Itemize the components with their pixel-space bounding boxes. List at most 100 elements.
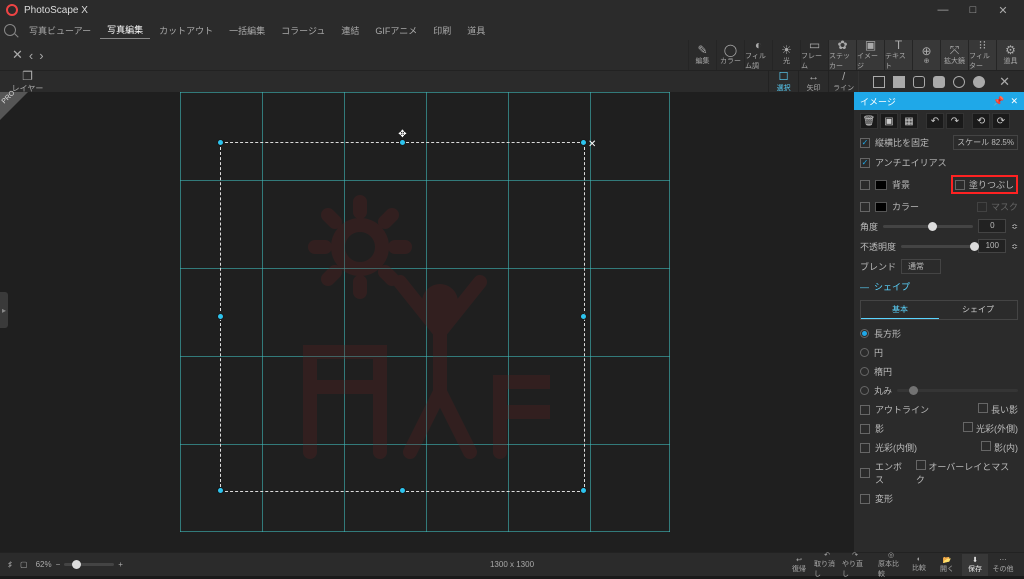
shape-roundrect-outline-icon[interactable] xyxy=(913,76,925,88)
tool-9[interactable]: ⤧拡大鏡 xyxy=(940,40,968,70)
menu-print[interactable]: 印刷 xyxy=(426,22,458,39)
dup1-icon[interactable]: ▣ xyxy=(880,113,898,129)
search-icon[interactable] xyxy=(4,24,16,36)
color-checkbox[interactable] xyxy=(860,202,870,212)
canvas-area[interactable]: PRO ▸ xyxy=(0,92,854,552)
aspect-checkbox[interactable] xyxy=(860,138,870,148)
tab-shape[interactable]: シェイプ xyxy=(939,301,1017,319)
outline-cb[interactable] xyxy=(860,405,870,415)
back-icon[interactable]: ‹ xyxy=(29,48,33,63)
canvas[interactable]: ✥ ✕ xyxy=(180,92,670,532)
angle-slider[interactable] xyxy=(883,225,973,228)
rotr-icon[interactable]: ⟳ xyxy=(992,113,1010,129)
panel-close-icon[interactable]: ✕ xyxy=(1010,96,1018,107)
selection-close-icon[interactable]: ✕ xyxy=(588,139,598,149)
delete-icon[interactable]: 🗑 xyxy=(860,113,878,129)
menu-gif[interactable]: GIFアニメ xyxy=(368,22,424,39)
radio-rect[interactable] xyxy=(860,329,869,338)
tool-1[interactable]: ◯カラー xyxy=(716,40,744,70)
menu-cutout[interactable]: カットアウト xyxy=(152,22,220,39)
handle-e[interactable] xyxy=(580,313,587,320)
expand-sidebar-icon[interactable]: ▸ xyxy=(0,292,8,328)
save-button[interactable]: ⬇保存 xyxy=(962,554,988,576)
more-button[interactable]: ⋯その他 xyxy=(990,554,1016,576)
shape-circle-fill-icon[interactable] xyxy=(973,76,985,88)
tool-11[interactable]: ⚙道具 xyxy=(996,40,1024,70)
longshadow-cb[interactable] xyxy=(978,403,988,413)
layers-button[interactable]: ❐ レイヤー xyxy=(0,69,55,94)
opacity-slider[interactable] xyxy=(901,245,973,248)
shape-rect-fill-icon[interactable] xyxy=(893,76,905,88)
overlay-cb[interactable] xyxy=(916,460,926,470)
shape-circle-outline-icon[interactable] xyxy=(953,76,965,88)
tab-basic[interactable]: 基本 xyxy=(861,301,939,319)
radio-ellipse[interactable] xyxy=(860,367,869,376)
shape-section-label[interactable]: シェイプ xyxy=(874,280,910,293)
redo-icon[interactable]: ↷ xyxy=(946,113,964,129)
close-tab-icon[interactable]: ✕ xyxy=(12,47,23,63)
menu-combine[interactable]: 連結 xyxy=(334,22,366,39)
tool-6[interactable]: ▣イメージ xyxy=(856,40,884,70)
transform-cb[interactable] xyxy=(860,494,870,504)
zoom-in-icon[interactable]: + xyxy=(118,560,123,569)
radio-circle[interactable] xyxy=(860,348,869,357)
tool-3[interactable]: ☀光 xyxy=(772,40,800,70)
antialias-checkbox[interactable] xyxy=(860,158,870,168)
open-button[interactable]: 📂開く xyxy=(934,554,960,576)
fit-icon[interactable]: ▢ xyxy=(20,560,28,569)
blend-select[interactable]: 通常 xyxy=(901,259,941,274)
menu-collage[interactable]: コラージュ xyxy=(274,22,332,39)
bg-swatch[interactable] xyxy=(875,180,887,190)
subtool-0[interactable]: ☐選択 xyxy=(768,71,798,93)
handle-s[interactable] xyxy=(399,487,406,494)
shape-close-icon[interactable]: ✕ xyxy=(999,74,1010,90)
rotl-icon[interactable]: ⟲ xyxy=(972,113,990,129)
tool-2[interactable]: ◐フィルム調 xyxy=(744,40,772,70)
angle-value[interactable]: 0 xyxy=(978,219,1006,233)
tool-8[interactable]: ⊕⊕ xyxy=(912,40,940,70)
subtool-2[interactable]: /ライン xyxy=(828,71,858,93)
revert-button[interactable]: ↩復帰 xyxy=(786,554,812,576)
dup2-icon[interactable]: ▦ xyxy=(900,113,918,129)
menu-tools[interactable]: 道具 xyxy=(460,22,492,39)
menu-batch[interactable]: 一括編集 xyxy=(222,22,272,39)
selection-box[interactable]: ✥ ✕ xyxy=(220,142,585,492)
undo-icon[interactable]: ↶ xyxy=(926,113,944,129)
tool-0[interactable]: ✎編集 xyxy=(688,40,716,70)
grid-icon[interactable]: ♯ xyxy=(8,560,12,569)
shape-roundrect-fill-icon[interactable] xyxy=(933,76,945,88)
pin-icon[interactable]: 📌 xyxy=(993,96,1004,107)
handle-nw[interactable] xyxy=(217,139,224,146)
handle-sw[interactable] xyxy=(217,487,224,494)
forward-icon[interactable]: › xyxy=(39,48,43,63)
bg-checkbox[interactable] xyxy=(860,180,870,190)
fill-checkbox[interactable] xyxy=(955,180,965,190)
tool-5[interactable]: ✿ステッカー xyxy=(828,40,856,70)
redo-button[interactable]: ↷やり直し xyxy=(842,554,868,576)
mask-checkbox[interactable] xyxy=(977,202,987,212)
tool-4[interactable]: ▭フレーム xyxy=(800,40,828,70)
round-slider[interactable] xyxy=(897,389,1018,392)
zoom-out-icon[interactable]: − xyxy=(56,560,61,569)
tool-7[interactable]: Tテキスト xyxy=(884,40,912,70)
menu-edit[interactable]: 写真編集 xyxy=(100,21,150,39)
compare-button[interactable]: ◐比較 xyxy=(906,554,932,576)
glowout-cb[interactable] xyxy=(963,422,973,432)
menu-viewer[interactable]: 写真ビューアー xyxy=(22,22,98,39)
scale-value[interactable]: スケール 82.5% xyxy=(953,135,1018,150)
color-swatch[interactable] xyxy=(875,202,887,212)
orig-button[interactable]: ◎原本比較 xyxy=(878,554,904,576)
bevel-cb[interactable] xyxy=(981,441,991,451)
tool-10[interactable]: ⁝⁝フィルター xyxy=(968,40,996,70)
emboss-cb[interactable] xyxy=(860,468,870,478)
handle-w[interactable] xyxy=(217,313,224,320)
zoom-slider[interactable] xyxy=(64,563,114,566)
undo-button[interactable]: ↶取り消し xyxy=(814,554,840,576)
handle-se[interactable] xyxy=(580,487,587,494)
minimize-button[interactable]: — xyxy=(928,4,958,16)
glowin-cb[interactable] xyxy=(860,443,870,453)
shadow-cb[interactable] xyxy=(860,424,870,434)
opacity-value[interactable]: 100 xyxy=(978,239,1006,253)
handle-n[interactable] xyxy=(399,139,406,146)
shape-rect-outline-icon[interactable] xyxy=(873,76,885,88)
